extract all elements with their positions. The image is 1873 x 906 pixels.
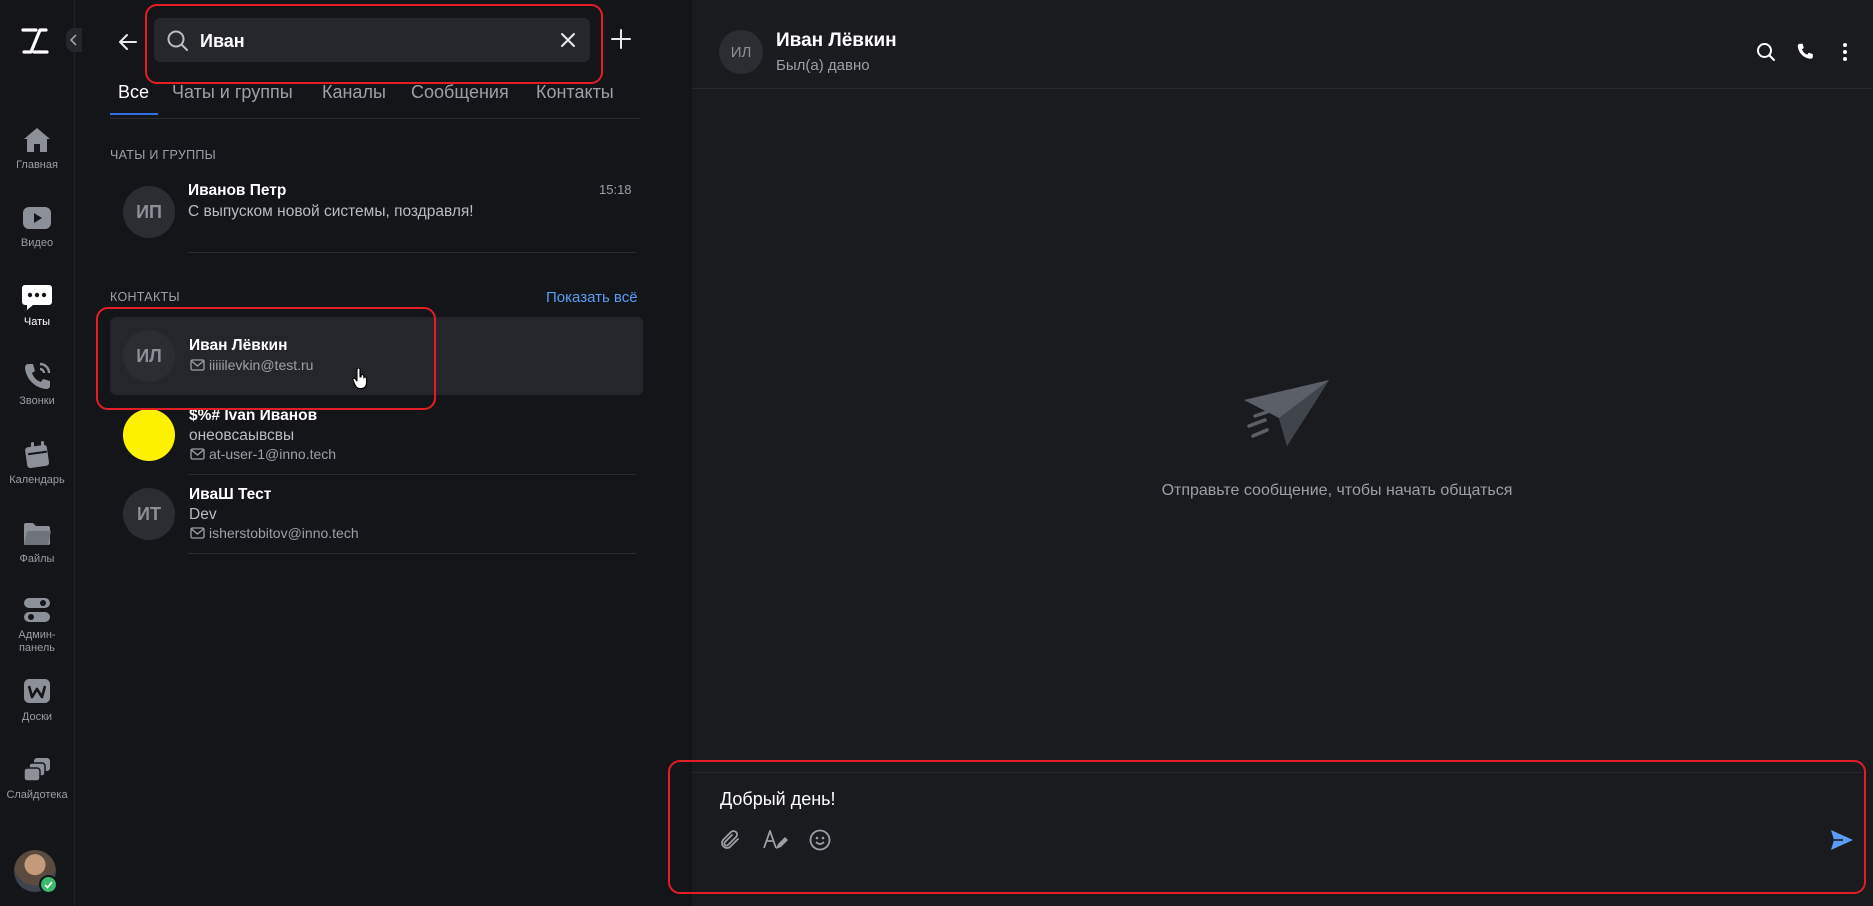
nav-item-slides[interactable]: Слайдотека xyxy=(0,754,74,802)
more-vertical-icon[interactable] xyxy=(1842,42,1848,62)
avatar: ИТ xyxy=(123,488,175,540)
phone-icon xyxy=(21,360,53,392)
nav-item-admin[interactable]: Админ- панель xyxy=(0,594,74,655)
chat-title[interactable]: Иван Лёвкин xyxy=(776,30,897,52)
video-icon xyxy=(21,202,53,234)
mail-icon xyxy=(190,359,205,371)
nav-item-chats[interactable]: Чаты xyxy=(0,281,74,329)
divider xyxy=(188,474,636,475)
nav-item-label: Видео xyxy=(20,237,54,249)
tab-all[interactable]: Все xyxy=(118,82,149,103)
section-title-chats: ЧАТЫ И ГРУППЫ xyxy=(110,148,217,162)
chat-header: ИЛ Иван Лёвкин Был(а) давно xyxy=(692,0,1873,89)
home-icon xyxy=(21,124,53,156)
whiteboard-icon xyxy=(21,676,53,708)
email-text: isherstobitov@inno.tech xyxy=(209,525,359,541)
emoji-icon[interactable] xyxy=(808,828,832,852)
nav-item-label: Календарь xyxy=(9,474,65,486)
message-input[interactable] xyxy=(718,783,1622,815)
plus-icon xyxy=(611,29,631,49)
nav-item-label: Звонки xyxy=(19,395,55,407)
chat-time: 15:18 xyxy=(599,182,632,197)
contact-name: ИваШ Тест xyxy=(189,486,272,503)
contact-subtitle: Dev xyxy=(189,506,217,523)
new-chat-button[interactable] xyxy=(610,28,632,50)
mail-icon xyxy=(190,448,205,460)
nav-item-files[interactable]: Файлы xyxy=(0,518,74,566)
chat-avatar[interactable]: ИЛ xyxy=(719,30,763,74)
search-input[interactable] xyxy=(198,18,542,64)
contact-subtitle: онеовсаывсвы xyxy=(189,427,295,444)
calendar-icon xyxy=(21,439,53,471)
collapse-sidebar-button[interactable] xyxy=(66,28,82,52)
search-field[interactable] xyxy=(154,18,590,64)
divider xyxy=(188,252,636,253)
tab-messages[interactable]: Сообщения xyxy=(411,82,509,103)
section-title-contacts: КОНТАКТЫ xyxy=(110,290,180,304)
email-text: iiiiilevkin@test.ru xyxy=(209,357,314,373)
active-tab-indicator xyxy=(110,113,158,115)
back-button[interactable] xyxy=(116,30,140,54)
nav-item-calls[interactable]: Звонки xyxy=(0,360,74,408)
app-logo-icon[interactable] xyxy=(20,26,50,56)
chat-panel: ИЛ Иван Лёвкин Был(а) давно Отправьте со… xyxy=(692,0,1873,906)
tab-chats-groups[interactable]: Чаты и группы xyxy=(172,82,293,103)
admin-toggle-icon xyxy=(21,594,53,626)
avatar: ИП xyxy=(123,186,175,238)
message-composer xyxy=(692,772,1862,875)
divider xyxy=(188,553,636,554)
send-icon[interactable] xyxy=(1830,829,1854,851)
online-status-icon xyxy=(39,875,58,894)
nav-item-label: Слайдотека xyxy=(6,789,68,801)
nav-item-label: Админ- панель xyxy=(18,629,56,654)
nav-item-label: Главная xyxy=(16,159,58,171)
search-tabs: Все Чаты и группы Каналы Сообщения Конта… xyxy=(110,80,640,119)
tab-contacts[interactable]: Контакты xyxy=(536,82,614,103)
chevron-left-icon xyxy=(69,34,77,46)
avatar xyxy=(123,409,175,461)
nav-item-label: Файлы xyxy=(19,553,55,565)
mail-icon xyxy=(190,527,205,539)
slides-icon xyxy=(21,754,53,786)
chat-name: Иванов Петр xyxy=(188,182,287,199)
nav-item-boards[interactable]: Доски xyxy=(0,676,74,724)
empty-chat-text: Отправьте сообщение, чтобы начать общать… xyxy=(1161,482,1513,499)
contact-name: Иван Лёвкин xyxy=(189,337,288,354)
chat-preview: С выпуском новой системы, поздравля! xyxy=(188,203,474,220)
show-all-link[interactable]: Показать всё xyxy=(546,289,638,306)
nav-item-calendar[interactable]: Календарь xyxy=(0,439,74,487)
email-text: at-user-1@inno.tech xyxy=(209,446,337,462)
clear-search-icon[interactable] xyxy=(558,30,578,50)
mouse-cursor-icon xyxy=(352,368,368,390)
text-format-icon[interactable] xyxy=(762,828,788,852)
attach-icon[interactable] xyxy=(718,828,742,852)
user-avatar[interactable] xyxy=(14,850,58,894)
chat-status: Был(а) давно xyxy=(776,57,870,74)
contact-name: $%# Ivan Иванов xyxy=(189,407,318,424)
avatar: ИЛ xyxy=(123,330,175,382)
contact-email: isherstobitov@inno.tech xyxy=(190,525,359,541)
search-icon[interactable] xyxy=(1756,42,1776,62)
phone-icon[interactable] xyxy=(1796,42,1814,60)
folder-icon xyxy=(21,518,53,550)
nav-item-label: Доски xyxy=(21,711,53,723)
paper-plane-icon xyxy=(1241,378,1331,448)
arrow-left-icon xyxy=(119,34,137,50)
nav-item-video[interactable]: Видео xyxy=(0,202,74,250)
chat-icon xyxy=(21,281,53,313)
contact-email: at-user-1@inno.tech xyxy=(190,446,336,462)
nav-item-label: Чаты xyxy=(23,316,51,328)
contact-row-selected[interactable] xyxy=(110,317,643,395)
nav-item-home[interactable]: Главная xyxy=(0,124,74,172)
tab-channels[interactable]: Каналы xyxy=(322,82,386,103)
contact-email: iiiiilevkin@test.ru xyxy=(190,357,313,373)
app-sidebar: Главная Видео Чаты Звонки Календарь Файл… xyxy=(0,0,82,906)
search-icon xyxy=(166,29,190,53)
